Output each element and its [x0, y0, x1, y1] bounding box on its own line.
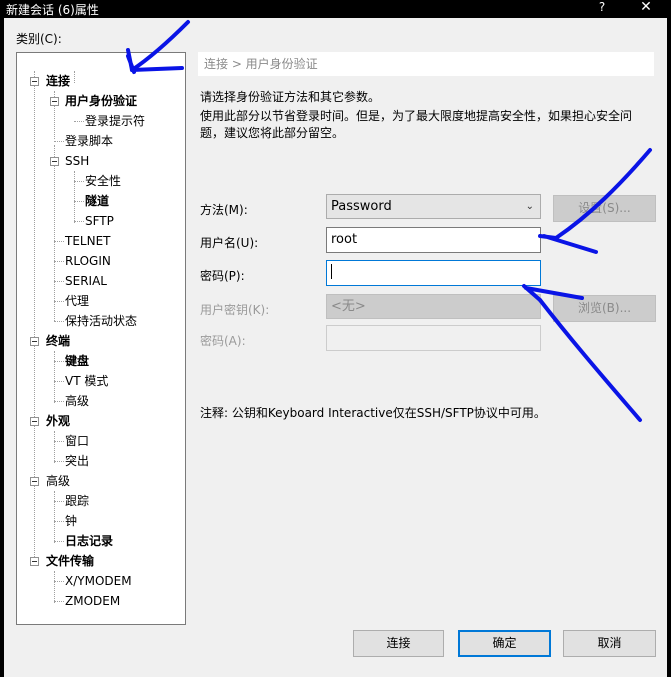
tree-line	[54, 541, 64, 542]
tree-item-file-transfer[interactable]: 文件传输	[46, 553, 94, 569]
tree-item-serial[interactable]: SERIAL	[65, 273, 107, 289]
tree-line	[74, 121, 84, 122]
tree-item-highlight[interactable]: 突出	[65, 453, 89, 469]
tree-item-tunneling[interactable]: 隧道	[85, 193, 109, 209]
help-button[interactable]: ?	[592, 0, 612, 14]
userkey-value: <无>	[331, 299, 366, 314]
connect-button[interactable]: 连接	[353, 630, 444, 657]
tree-line	[54, 461, 64, 462]
tree-line	[54, 361, 64, 362]
tree-item-xymodem[interactable]: X/YMODEM	[65, 573, 132, 589]
collapse-toggle[interactable]	[30, 337, 39, 346]
breadcrumb: 连接 > 用户身份验证	[198, 52, 654, 76]
method-label: 方法(M):	[200, 203, 248, 217]
tree-item-terminal[interactable]: 终端	[46, 333, 70, 349]
cancel-button[interactable]: 取消	[563, 630, 656, 657]
tree-line	[74, 71, 75, 83]
ok-button[interactable]: 确定	[458, 630, 551, 657]
tree-item-keepalive[interactable]: 保持活动状态	[65, 313, 137, 329]
settings-button[interactable]: 设置(S)...	[553, 195, 656, 222]
tree-line	[54, 241, 64, 242]
tree-item-keyboard[interactable]: 键盘	[65, 353, 89, 369]
text-cursor	[331, 264, 332, 279]
tree-item-telnet[interactable]: TELNET	[65, 233, 111, 249]
username-label: 用户名(U):	[200, 236, 259, 250]
tree-line	[74, 171, 75, 223]
tree-item-ssh[interactable]: SSH	[65, 153, 89, 169]
tree-line	[54, 501, 64, 502]
tree-line	[54, 601, 64, 602]
method-select[interactable]: Password ⌄	[326, 194, 541, 219]
passphrase-label: 密码(A):	[200, 334, 246, 348]
category-label: 类别(C):	[16, 32, 62, 46]
tree-item-connection[interactable]: 连接	[46, 73, 70, 89]
tree-line	[54, 301, 64, 302]
tree-line	[54, 321, 64, 322]
userkey-select[interactable]: <无>	[326, 294, 541, 319]
tree-item-advanced[interactable]: 高级	[46, 473, 70, 489]
footnote-text: 注释: 公钥和Keyboard Interactive仅在SSH/SFTP协议中…	[200, 406, 546, 420]
collapse-toggle[interactable]	[30, 417, 39, 426]
tree-item-appearance[interactable]: 外观	[46, 413, 70, 429]
tree-item-security[interactable]: 安全性	[85, 173, 121, 189]
tree-line	[74, 221, 84, 222]
tree-item-window[interactable]: 窗口	[65, 433, 89, 449]
collapse-toggle[interactable]	[30, 477, 39, 486]
method-value: Password	[331, 199, 392, 214]
password-label: 密码(P):	[200, 269, 245, 283]
title-bar: 新建会话 (6)属性 ? ✕	[0, 0, 671, 18]
tree-line	[54, 581, 64, 582]
window-title: 新建会话 (6)属性	[6, 3, 99, 17]
properties-dialog: 类别(C): 连接 用户身份验证 登录提示符 登录脚本 SSH 安全性 隧道 S…	[4, 18, 667, 677]
browse-button[interactable]: 浏览(B)...	[553, 295, 656, 322]
tree-item-rlogin[interactable]: RLOGIN	[65, 253, 111, 269]
userkey-label: 用户密钥(K):	[200, 303, 270, 317]
password-field[interactable]	[326, 260, 541, 286]
collapse-toggle[interactable]	[30, 557, 39, 566]
tree-line	[54, 141, 64, 142]
collapse-toggle[interactable]	[50, 157, 59, 166]
tree-item-logging[interactable]: 日志记录	[65, 533, 113, 549]
tree-line	[54, 521, 64, 522]
note-text: 使用此部分以节省登录时间。但是，为了最大限度地提高安全性，如果担心安全问题，建议…	[200, 109, 633, 140]
tree-item-sftp[interactable]: SFTP	[85, 213, 114, 229]
tree-item-proxy[interactable]: 代理	[65, 293, 89, 309]
tree-line	[54, 145, 55, 321]
tree-item-vt-mode[interactable]: VT 模式	[65, 373, 108, 389]
tree-line	[74, 201, 84, 202]
passphrase-field[interactable]	[326, 325, 541, 351]
tree-line	[54, 281, 64, 282]
tree-line	[54, 261, 64, 262]
tree-item-terminal-advanced[interactable]: 高级	[65, 393, 89, 409]
chevron-down-icon: ⌄	[525, 201, 534, 212]
close-button[interactable]: ✕	[636, 0, 656, 15]
tree-line	[54, 381, 64, 382]
username-field[interactable]: root	[326, 227, 541, 253]
tree-line	[54, 441, 64, 442]
tree-item-trace[interactable]: 跟踪	[65, 493, 89, 509]
tree-line	[74, 181, 84, 182]
tree-item-login-scripts[interactable]: 登录脚本	[65, 133, 113, 149]
intro-text: 请选择身份验证方法和其它参数。	[200, 90, 381, 104]
collapse-toggle[interactable]	[30, 77, 39, 86]
category-tree[interactable]: 连接 用户身份验证 登录提示符 登录脚本 SSH 安全性 隧道 SFTP TEL…	[16, 52, 186, 625]
tree-line	[54, 351, 55, 403]
tree-item-auth[interactable]: 用户身份验证	[65, 93, 137, 109]
tree-line	[54, 571, 55, 603]
tree-line	[54, 401, 64, 402]
tree-item-zmodem[interactable]: ZMODEM	[65, 593, 120, 609]
tree-line	[54, 491, 55, 543]
tree-item-login-prompts[interactable]: 登录提示符	[85, 113, 145, 129]
tree-item-bell[interactable]: 钟	[65, 513, 77, 529]
collapse-toggle[interactable]	[50, 97, 59, 106]
tree-line	[54, 431, 55, 463]
